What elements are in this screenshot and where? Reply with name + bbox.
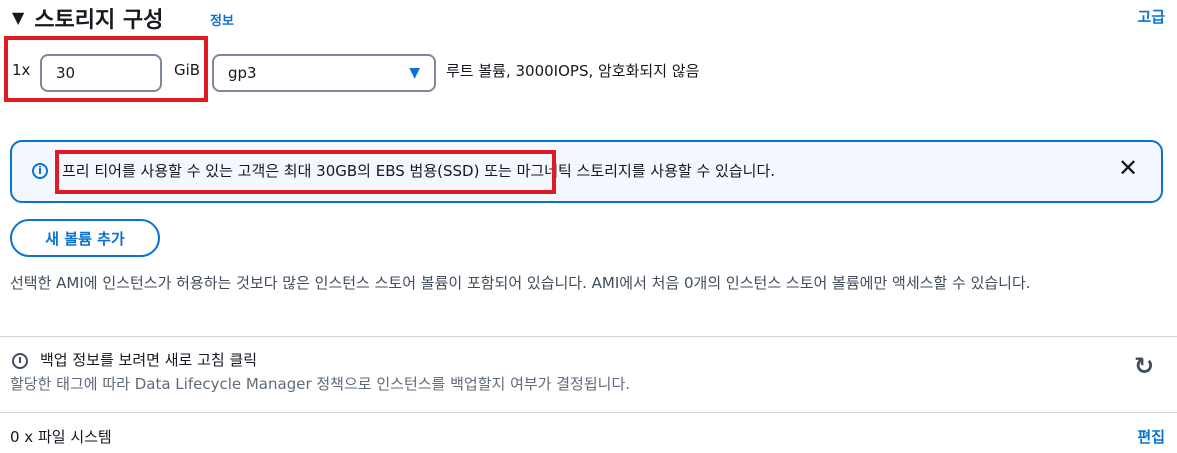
file-systems-edit-link[interactable]: 편집	[1137, 426, 1165, 447]
volume-size-input[interactable]	[40, 54, 162, 92]
clock-icon	[12, 353, 28, 369]
volume-description: 루트 볼륨, 3000IOPS, 암호화되지 않음	[446, 62, 700, 80]
backup-title: 백업 정보를 보려면 새로 고침 클릭	[40, 351, 258, 369]
chevron-down-icon: ▼	[409, 65, 420, 81]
section-title: 스토리지 구성	[34, 8, 164, 33]
refresh-icon[interactable]: ↻	[1134, 354, 1154, 378]
volume-count-label: 1x	[12, 61, 31, 79]
section-header[interactable]: ▼ 스토리지 구성	[12, 2, 163, 34]
collapse-caret-icon[interactable]: ▼	[12, 10, 24, 26]
volume-type-value: gp3	[228, 64, 257, 82]
add-volume-button[interactable]: 새 볼륨 추가	[10, 219, 160, 257]
alert-highlight-box	[55, 150, 556, 194]
advanced-link[interactable]: 고급	[1137, 6, 1165, 27]
divider	[0, 412, 1177, 413]
info-link[interactable]: 정보	[210, 10, 234, 29]
volume-type-select[interactable]: gp3 ▼	[212, 54, 436, 92]
backup-description: 할당한 태그에 따라 Data Lifecycle Manager 정책으로 인…	[10, 375, 631, 393]
instance-store-note: 선택한 AMI에 인스턴스가 허용하는 것보다 많은 인스턴스 스토어 볼륨이 …	[10, 274, 1031, 292]
divider	[0, 336, 1177, 337]
close-icon[interactable]: ✕	[1118, 156, 1138, 180]
info-icon: i	[32, 163, 48, 179]
volume-unit-label: GiB	[174, 61, 201, 79]
file-systems-label: 0 x 파일 시스템	[10, 428, 112, 446]
